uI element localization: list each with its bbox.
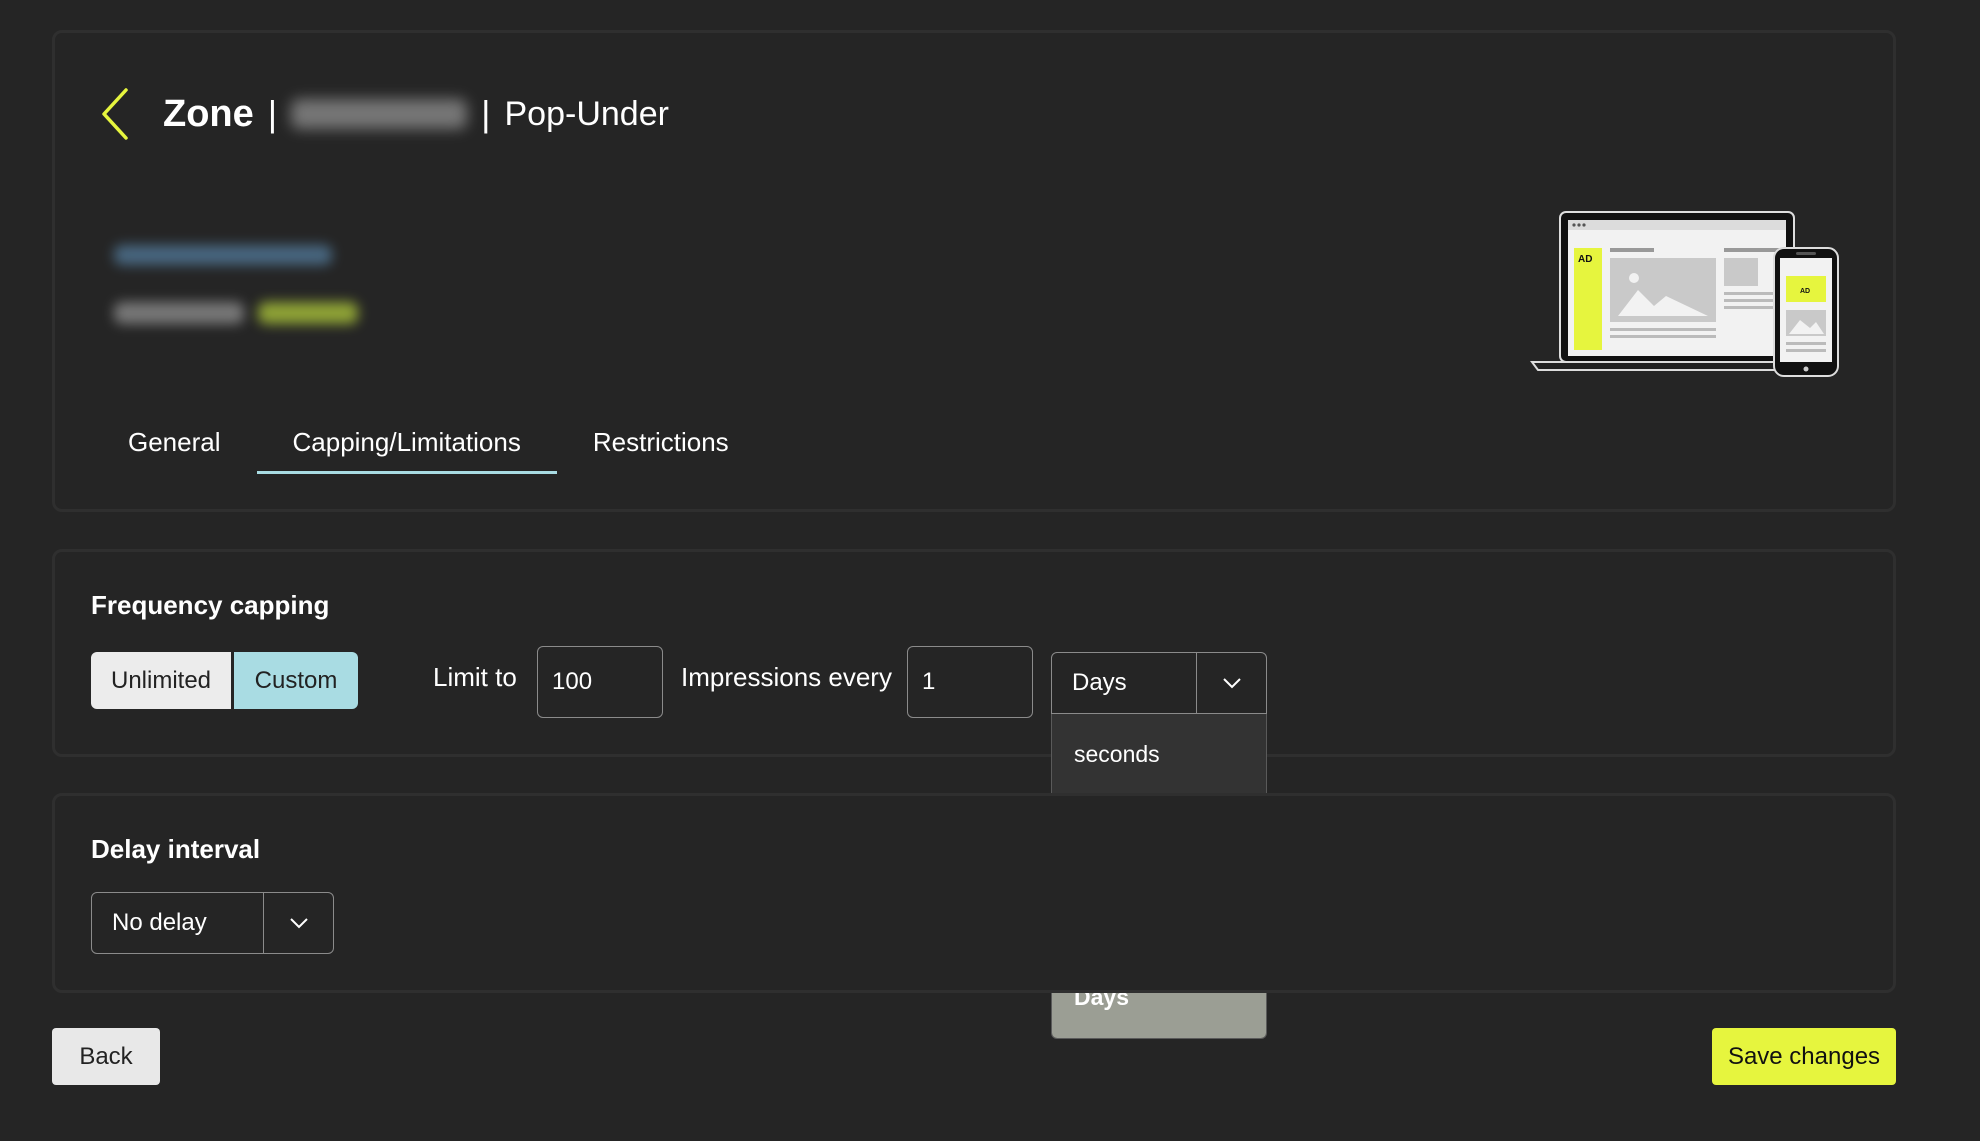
title-separator: | [481, 93, 491, 134]
title-separator: | [267, 93, 278, 134]
zone-id-redacted [291, 99, 468, 129]
back-button[interactable]: Back [52, 1028, 160, 1085]
mobile-ad-label: AD [1800, 288, 1810, 295]
tab-capping-limitations[interactable]: Capping/Limitations [256, 410, 558, 474]
capping-mode-toggle: Unlimited Custom [91, 652, 358, 709]
delay-selected: No delay [112, 909, 207, 936]
limit-input[interactable] [537, 646, 663, 718]
back-chevron-icon[interactable] [98, 86, 134, 142]
custom-button[interactable]: Custom [234, 652, 358, 709]
interval-input[interactable] [907, 646, 1033, 718]
website-id-label-redacted [114, 302, 244, 324]
option-seconds[interactable]: seconds [1052, 714, 1266, 795]
limit-to-label: Limit to [433, 662, 517, 692]
delay-interval-title: Delay interval [91, 834, 261, 864]
impressions-every-label: Impressions every [681, 662, 892, 692]
chevron-down-icon[interactable] [263, 893, 333, 953]
time-unit-selected: Days [1072, 669, 1127, 696]
desktop-ad-label: AD [1578, 254, 1592, 265]
tab-restrictions[interactable]: Restrictions [557, 410, 765, 474]
unlimited-button[interactable]: Unlimited [91, 652, 231, 709]
zone-tabs: General Capping/Limitations Restrictions [92, 410, 765, 474]
tab-general[interactable]: General [92, 410, 257, 474]
website-name-redacted [114, 245, 332, 265]
chevron-down-icon[interactable] [1196, 653, 1266, 713]
device-preview-illustration: AD AD [1530, 211, 1839, 377]
frequency-capping-title: Frequency capping [91, 590, 330, 620]
delay-interval-select[interactable]: No delay [91, 892, 334, 954]
website-id-value-redacted [258, 302, 358, 324]
save-changes-button[interactable]: Save changes [1712, 1028, 1896, 1085]
page-title-zone: Zone [163, 92, 254, 135]
page-title: Zone | | Pop-Under [163, 86, 669, 142]
zone-type: Pop-Under [504, 94, 669, 133]
time-unit-select[interactable]: Days [1051, 652, 1267, 714]
